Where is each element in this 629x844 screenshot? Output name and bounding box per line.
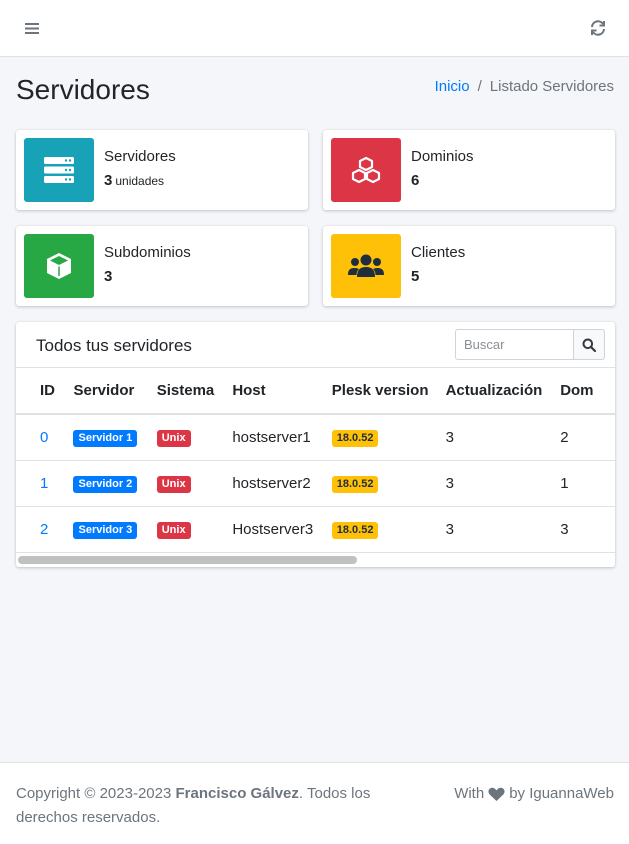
search-input[interactable] <box>455 329 574 360</box>
server-id-link[interactable]: 1 <box>16 460 74 507</box>
stat-unit: unidades <box>115 174 165 188</box>
column-header[interactable]: Servidor <box>73 368 157 415</box>
footer: Copyright © 2023-2023 Francisco Gálvez. … <box>0 762 629 844</box>
bars-icon <box>25 22 39 34</box>
copyright-text: Copyright © 2023-2023 Francisco Gálvez. … <box>16 785 371 826</box>
system-badge: Unix <box>156 521 191 539</box>
breadcrumb-home-link[interactable]: Inicio <box>435 78 470 95</box>
host-cell: hostserver1 <box>232 414 332 461</box>
updates-cell: 3 <box>445 460 561 507</box>
server-id-link[interactable]: 2 <box>16 506 74 553</box>
stat-value: 3 <box>104 268 113 285</box>
stat-value: 6 <box>411 172 420 189</box>
credits-by: by IguannaWeb <box>509 785 614 802</box>
stat-box-clientes: Clientes 5 <box>323 226 615 306</box>
plesk-version-badge: 18.0.52 <box>331 521 379 539</box>
column-header[interactable]: Sistema <box>156 368 233 415</box>
stat-box-servidores: Servidores 3 unidades <box>16 130 308 210</box>
column-header[interactable]: Plesk version <box>331 368 446 415</box>
stat-label: Clientes <box>411 244 466 261</box>
stat-icon-box <box>24 138 94 202</box>
domains-cell: 3 <box>560 506 615 553</box>
credits-with: With <box>454 785 485 802</box>
author-name: Francisco Gálvez <box>175 785 299 802</box>
card-title: Todos tus servidores <box>36 336 192 355</box>
server-icon <box>44 157 74 183</box>
refresh-icon <box>591 20 605 36</box>
search-button[interactable] <box>574 329 605 360</box>
updates-cell: 3 <box>445 414 561 461</box>
search-icon <box>582 338 596 352</box>
top-navbar <box>0 0 629 57</box>
system-badge: Unix <box>156 475 191 493</box>
breadcrumb-current: Listado Servidores <box>489 78 614 95</box>
users-icon <box>348 254 384 277</box>
cubes-icon <box>351 156 381 184</box>
stat-icon-box <box>331 234 401 298</box>
heart-icon <box>488 787 505 801</box>
page-title: Servidores <box>16 74 150 105</box>
system-badge: Unix <box>156 429 191 447</box>
breadcrumb-separator: / <box>477 78 482 95</box>
server-name-badge: Servidor 3 <box>73 521 138 539</box>
servers-table: ID Servidor Sistema Host Plesk version A… <box>16 368 615 553</box>
updates-cell: 3 <box>445 506 561 553</box>
plesk-version-badge: 18.0.52 <box>331 429 379 447</box>
servers-card: Todos tus servidores ID Servidor Sistema… <box>16 322 615 567</box>
stat-box-subdominios: Subdominios 3 <box>16 226 308 306</box>
stat-label: Dominios <box>411 148 474 165</box>
plesk-version-badge: 18.0.52 <box>331 475 379 493</box>
stat-icon-box <box>331 138 401 202</box>
stat-label: Subdominios <box>104 244 191 261</box>
host-cell: Hostserver3 <box>232 506 332 553</box>
scrollbar-thumb[interactable] <box>18 556 357 564</box>
search-group <box>455 329 605 360</box>
server-id-link[interactable]: 0 <box>16 414 74 461</box>
domains-cell: 2 <box>560 414 615 461</box>
credits: With by IguannaWeb <box>454 782 614 806</box>
server-name-badge: Servidor 1 <box>73 429 138 447</box>
stat-value: 5 <box>411 268 420 285</box>
breadcrumb: Inicio / Listado Servidores <box>435 78 614 95</box>
table-header-row: ID Servidor Sistema Host Plesk version A… <box>16 368 615 415</box>
stat-icon-box <box>24 234 94 298</box>
host-cell: hostserver2 <box>232 460 332 507</box>
server-name-badge: Servidor 2 <box>73 475 138 493</box>
table-row: 0 Servidor 1 Unix hostserver1 18.0.52 3 … <box>16 414 615 461</box>
column-header[interactable]: Host <box>232 368 332 415</box>
stat-value: 3 unidades <box>104 172 165 189</box>
cube-icon <box>47 253 71 279</box>
column-header[interactable]: Actualización <box>445 368 561 415</box>
column-header[interactable]: Dom <box>560 368 615 415</box>
servers-table-container: ID Servidor Sistema Host Plesk version A… <box>16 367 615 553</box>
horizontal-scrollbar[interactable] <box>16 553 615 567</box>
domains-cell: 1 <box>560 460 615 507</box>
refresh-button[interactable] <box>584 14 612 42</box>
sidebar-toggle-button[interactable] <box>18 14 46 42</box>
table-row: 2 Servidor 3 Unix Hostserver3 18.0.52 3 … <box>16 506 615 553</box>
column-header[interactable]: ID <box>16 368 74 415</box>
table-row: 1 Servidor 2 Unix hostserver2 18.0.52 3 … <box>16 460 615 507</box>
stat-label: Servidores <box>104 148 176 165</box>
stat-box-dominios: Dominios 6 <box>323 130 615 210</box>
